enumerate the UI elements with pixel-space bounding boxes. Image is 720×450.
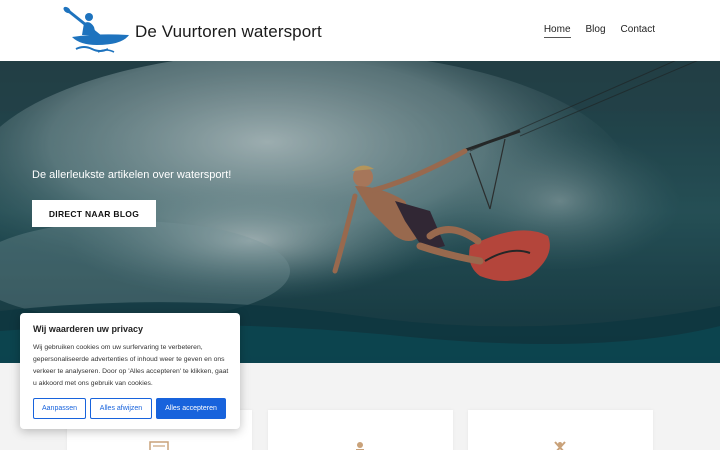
feature-card[interactable] [268, 410, 453, 450]
site-title[interactable]: De Vuurtoren watersport [135, 22, 322, 42]
cookie-title: Wij waarderen uw privacy [33, 324, 143, 334]
newspaper-icon [149, 441, 169, 450]
cookie-buttons: Aanpassen Alles afwijzen Alles acceptere… [33, 398, 226, 419]
main-nav: Home Blog Contact [543, 24, 655, 38]
accept-all-button[interactable]: Alles accepteren [156, 398, 226, 419]
reject-all-button[interactable]: Alles afwijzen [90, 398, 152, 419]
blog-cta-button[interactable]: DIRECT NAAR BLOG [32, 200, 156, 227]
person-icon [356, 442, 364, 450]
nav-item-home[interactable]: Home [543, 24, 571, 38]
site-header: De Vuurtoren watersport Home Blog Contac… [0, 0, 720, 61]
nav-item-blog[interactable]: Blog [586, 24, 606, 38]
nav-item-contact[interactable]: Contact [621, 24, 655, 38]
cookie-text: Wij gebruiken cookies om uw surfervaring… [33, 344, 229, 387]
sport-icon [554, 441, 566, 450]
feature-card[interactable] [468, 410, 653, 450]
hero-tagline: De allerleukste artikelen over waterspor… [32, 169, 232, 181]
kayaker-logo-icon[interactable] [62, 5, 132, 55]
cookie-consent-dialog: Wij waarderen uw privacy Wij gebruiken c… [20, 313, 240, 429]
customize-button[interactable]: Aanpassen [33, 398, 86, 419]
page: De Vuurtoren watersport Home Blog Contac… [0, 0, 720, 450]
